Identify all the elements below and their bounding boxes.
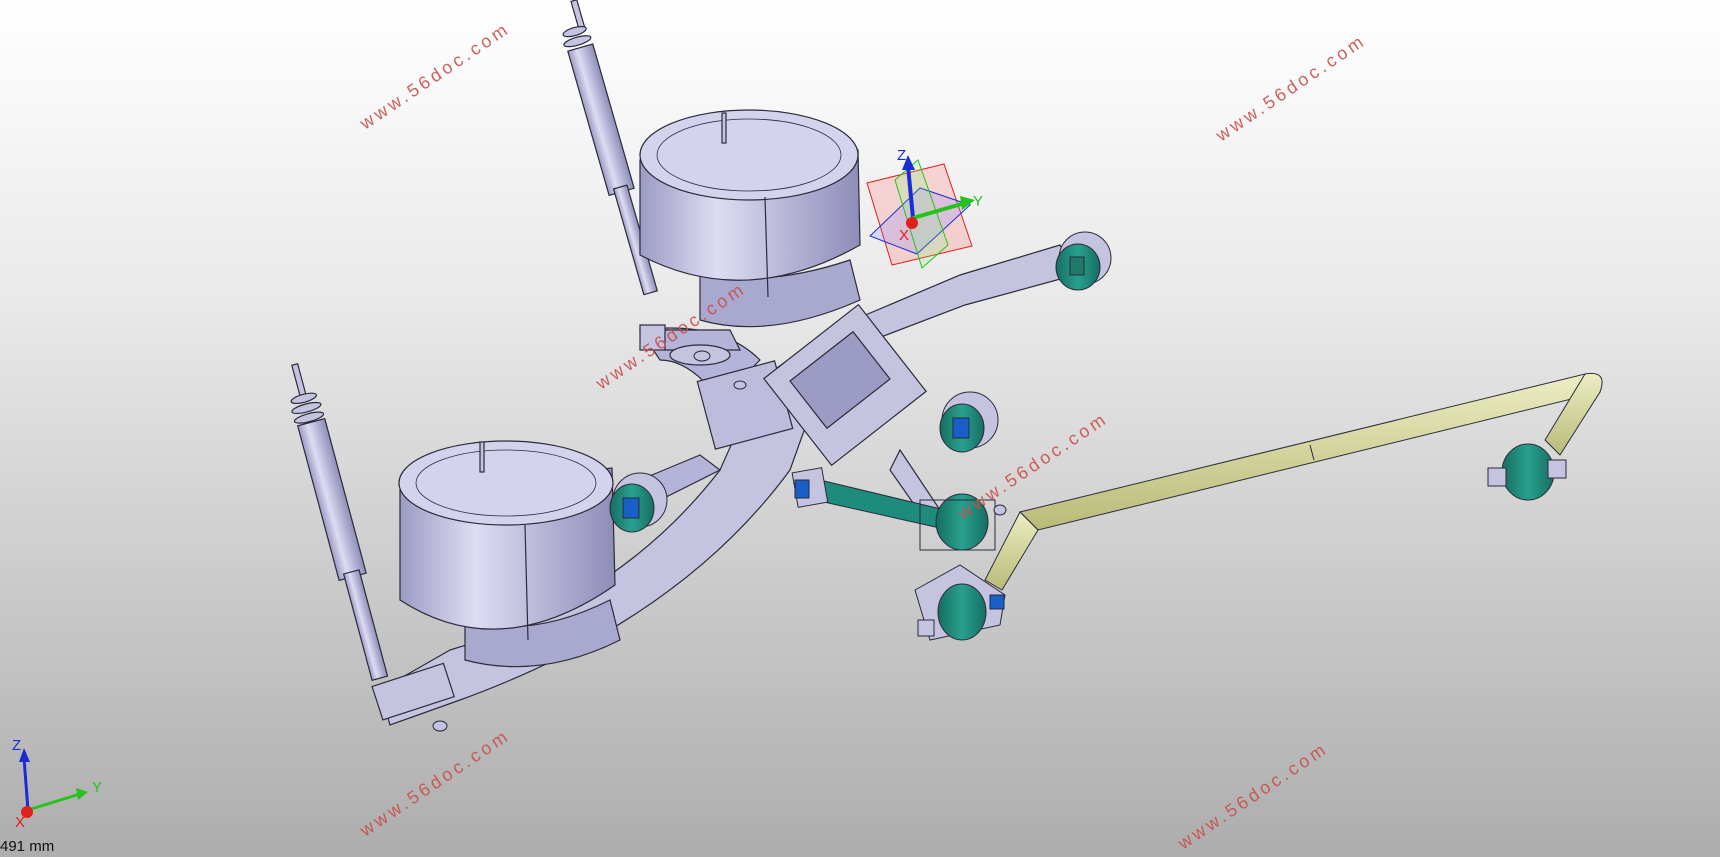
manipulator-y-label: Y: [973, 193, 983, 210]
scale-label: 491 mm: [0, 838, 55, 855]
triad-icon: [19, 748, 88, 818]
suspension-assembly-model[interactable]: Z Y X Z Y X: [0, 0, 1720, 857]
bushing-left: [609, 472, 668, 533]
manipulator-z-label: Z: [897, 147, 906, 164]
bushing-center: [939, 391, 999, 453]
manipulator-x-label: X: [899, 227, 909, 244]
lower-air-spring: [398, 440, 621, 668]
manipulator-icon: [866, 155, 975, 269]
stabilizer-mount-right: [1487, 443, 1567, 501]
triad-y-label: Y: [92, 779, 102, 796]
triad-x-label: X: [15, 814, 25, 831]
bushing-right: [1055, 231, 1112, 291]
3d-viewport[interactable]: Z Y X Z Y X www.56doc.com www.56doc.com …: [0, 0, 1720, 857]
triad-z-label: Z: [12, 737, 21, 754]
